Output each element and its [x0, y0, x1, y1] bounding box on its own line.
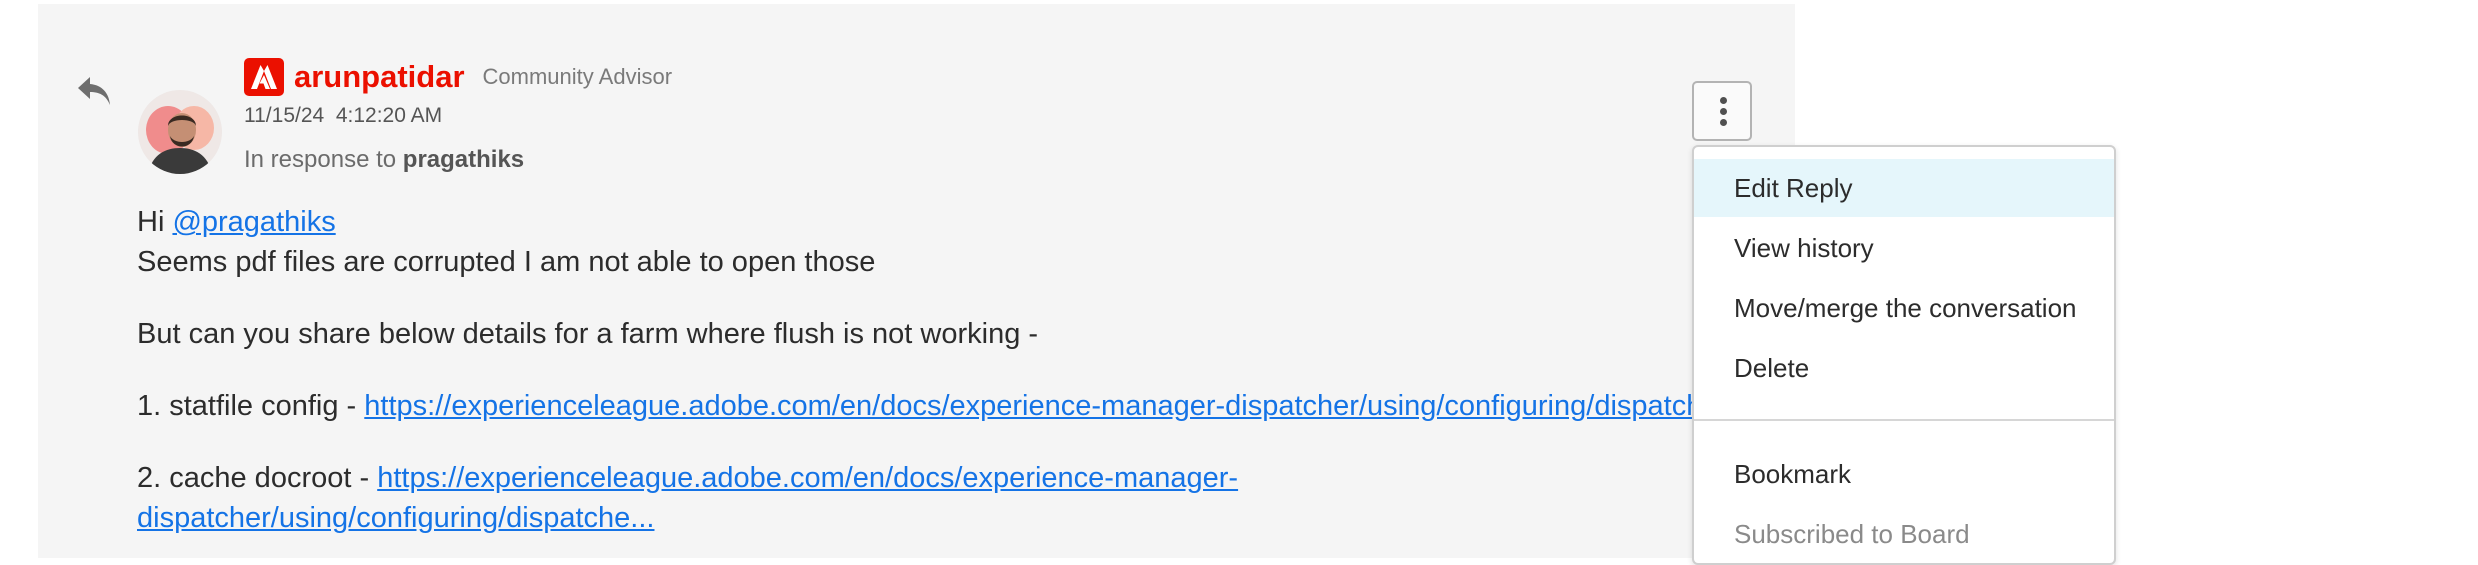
statfile-label: 1. statfile config - — [137, 390, 357, 422]
author-name[interactable]: arunpatidar — [294, 59, 465, 95]
menu-item-view-history[interactable]: View history — [1694, 219, 2114, 277]
mention-link[interactable]: @pragathiks — [172, 206, 335, 238]
reply-arrow-icon[interactable] — [76, 74, 112, 108]
adobe-logo-icon — [244, 58, 284, 96]
menu-item-bookmark[interactable]: Bookmark — [1694, 445, 2114, 503]
menu-item-move-merge[interactable]: Move/merge the conversation — [1694, 279, 2114, 337]
post-timestamp: 11/15/24 4:12:20 AM — [244, 104, 443, 127]
in-response-prefix: In response to — [244, 146, 397, 173]
more-vertical-icon — [1720, 97, 1727, 104]
body-line-1: Seems pdf files are corrupted I am not a… — [137, 246, 876, 278]
cache-docroot-link[interactable]: https://experienceleague.adobe.com/en/do… — [377, 462, 1238, 494]
post-options-menu: Edit Reply View history Move/merge the c… — [1692, 145, 2116, 565]
avatar[interactable] — [138, 90, 222, 174]
menu-item-delete[interactable]: Delete — [1694, 339, 2114, 397]
more-options-button[interactable] — [1692, 81, 1752, 141]
cache-docroot-label: 2. cache docroot - — [137, 462, 370, 494]
cache-docroot-item: 2. cache docroot - https://experiencelea… — [137, 462, 1238, 495]
statfile-item: 1. statfile config - https://experiencel… — [137, 390, 1692, 423]
greeting-text: Hi — [137, 206, 165, 238]
in-response-user[interactable]: pragathiks — [403, 146, 524, 173]
author-row: arunpatidar Community Advisor — [244, 58, 672, 96]
greeting-line: Hi @pragathiks — [137, 206, 336, 239]
menu-item-subscribed-to-board[interactable]: Subscribed to Board — [1694, 505, 2114, 563]
body-line-2: But can you share below details for a fa… — [137, 318, 1039, 350]
menu-item-edit-reply[interactable]: Edit Reply — [1694, 159, 2114, 217]
statfile-config-link[interactable]: https://experienceleague.adobe.com/en/do… — [364, 390, 1692, 422]
cache-docroot-item-continued: dispatcher/using/configuring/dispatche..… — [137, 502, 654, 535]
in-response-to: In response to pragathiks — [244, 146, 524, 174]
menu-divider — [1694, 419, 2114, 421]
cache-docroot-link-continued[interactable]: dispatcher/using/configuring/dispatche..… — [137, 502, 654, 534]
author-role-badge: Community Advisor — [482, 64, 673, 89]
